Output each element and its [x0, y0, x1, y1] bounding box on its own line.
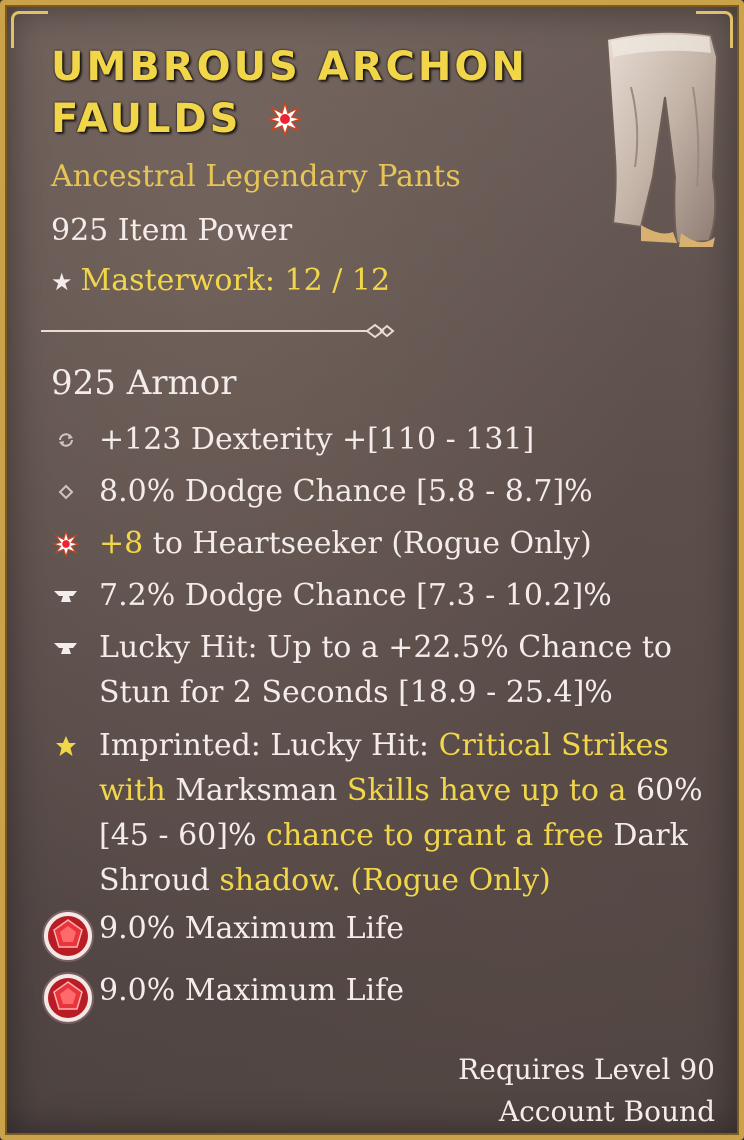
- anvil-icon: [51, 573, 81, 618]
- legendary-burst-icon: [51, 521, 81, 566]
- aspect-prefix: Imprinted: Lucky Hit:: [99, 728, 439, 763]
- affix-text: +123 Dexterity +[110 - 131]: [99, 422, 535, 457]
- affix-row: +8 to Heartseeker (Rogue Only): [51, 521, 711, 566]
- aspect-text: Imprinted: Lucky Hit: Critical Strikes w…: [99, 723, 711, 903]
- masterwork-label: Masterwork: 12 / 12: [80, 263, 391, 298]
- anvil-icon: [51, 625, 81, 670]
- legendary-burst-icon: [266, 97, 305, 138]
- affix-rank-value: +8: [99, 526, 144, 561]
- affix-row: Lucky Hit: Up to a +22.5% Chance to Stun…: [51, 625, 711, 715]
- socket-gem-text: 9.0% Maximum Life: [99, 911, 404, 946]
- affix-row: 8.0% Dodge Chance [5.8 - 8.7]%: [51, 469, 711, 514]
- affix-row: 7.2% Dodge Chance [7.3 - 10.2]%: [51, 573, 711, 618]
- ruby-gem-icon: [42, 972, 94, 1024]
- item-name-line2: FAULDS: [51, 96, 242, 142]
- diamond-icon: [51, 469, 81, 514]
- required-level: Requires Level 90: [458, 1053, 715, 1086]
- affix-text: Lucky Hit: Up to a +22.5% Chance to Stun…: [99, 630, 672, 710]
- frame-corner-ornament: [11, 11, 48, 48]
- aspect-gold-text: shadow. (Rogue Only): [219, 863, 551, 898]
- ruby-gem-icon: [42, 910, 94, 962]
- item-name: UMBROUS ARCHON FAULDS: [51, 41, 571, 145]
- affix-row: +123 Dexterity +[110 - 131]: [51, 417, 711, 462]
- masterwork-level: ★ Masterwork: 12 / 12: [51, 263, 390, 298]
- binding-status: Account Bound: [498, 1095, 715, 1128]
- swap-icon: [51, 417, 81, 462]
- item-name-line1: UMBROUS ARCHON: [51, 44, 528, 90]
- star-icon: [51, 723, 81, 768]
- socket-gem-text: 9.0% Maximum Life: [99, 973, 404, 1008]
- affix-text: +8 to Heartseeker (Rogue Only): [99, 521, 711, 566]
- affix-skill-text: to Heartseeker (Rogue Only): [143, 526, 592, 561]
- affix-text: 8.0% Dodge Chance [5.8 - 8.7]%: [99, 474, 593, 509]
- aspect-row: Imprinted: Lucky Hit: Critical Strikes w…: [51, 723, 711, 903]
- armor-value: 925 Armor: [51, 363, 237, 403]
- item-power: 925 Item Power: [51, 213, 293, 248]
- aspect-gold-text: chance to grant a free: [266, 818, 604, 853]
- section-divider: [41, 323, 395, 339]
- masterwork-star-icon: ★: [51, 268, 73, 296]
- item-rarity-type: Ancestral Legendary Pants: [51, 159, 461, 194]
- item-tooltip: UMBROUS ARCHON FAULDS Ancestral Legendar…: [0, 0, 744, 1140]
- aspect-gold-text: Skills have up to a: [346, 773, 627, 808]
- pants-item-image: [601, 27, 729, 249]
- affix-text: 7.2% Dodge Chance [7.3 - 10.2]%: [99, 578, 612, 613]
- aspect-skill-tag: Marksman: [165, 773, 347, 808]
